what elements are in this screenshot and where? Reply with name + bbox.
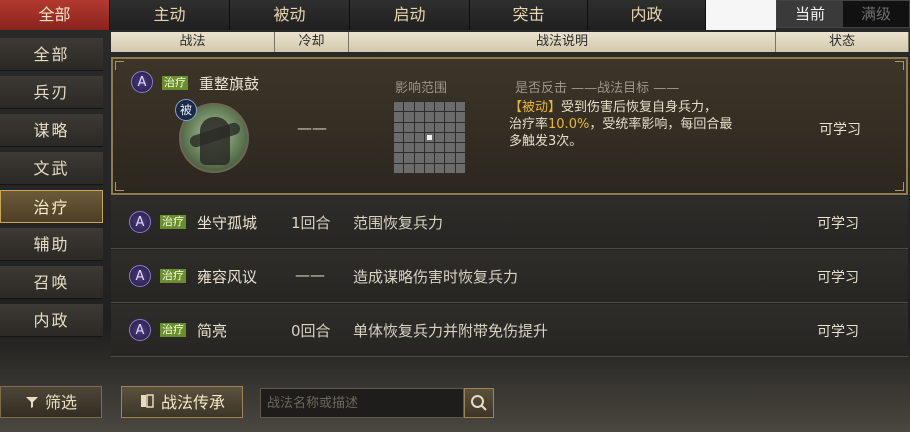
column-header-cooldown: 冷却	[275, 32, 349, 52]
skill-description: 范围恢复兵力	[353, 214, 444, 232]
level-toggle[interactable]: 当前 满级	[776, 0, 910, 28]
status-label: 可学习	[819, 122, 861, 138]
tab-assault[interactable]: 突击	[470, 0, 588, 30]
skill-inherit-label: 战法传承	[160, 393, 225, 412]
frame-corner	[115, 61, 124, 70]
effect-type: 【被动】	[509, 100, 562, 115]
tab-passive[interactable]: 被动	[230, 0, 350, 30]
search-icon	[470, 394, 488, 416]
book-icon	[139, 388, 155, 420]
range-grid	[393, 101, 466, 174]
skill-effect-text: 【被动】受到伤害后恢复自身兵力， 治疗率10.0%，受统率影响，每回合最 多触发…	[509, 99, 769, 150]
grade-badge: A	[129, 265, 151, 287]
sidebar-item-summon[interactable]: 召唤	[0, 266, 103, 299]
cooldown-value: ——	[295, 266, 325, 284]
grade-badge: A	[131, 71, 153, 93]
category-tag: 治疗	[160, 269, 186, 283]
filter-button[interactable]: 筛选	[0, 386, 102, 418]
effect-line-2a: 治疗率	[509, 117, 549, 132]
skill-row[interactable]: A 治疗 坐守孤城 1回合 范围恢复兵力 可学习	[111, 196, 908, 249]
sidebar-item-heal[interactable]: 治疗	[0, 190, 103, 223]
status-label: 可学习	[817, 270, 859, 286]
grade-badge: A	[129, 211, 151, 233]
category-tag: 治疗	[162, 76, 188, 90]
range-center-cell	[424, 132, 435, 143]
search-box	[260, 388, 467, 418]
search-input[interactable]	[261, 389, 467, 417]
status-label: 可学习	[817, 216, 859, 232]
cooldown-value: 1回合	[291, 214, 331, 232]
toggle-current[interactable]: 当前	[777, 1, 843, 27]
top-tab-bar: 全部 主动 被动 启动 突击 内政 当前 满级	[0, 0, 910, 31]
skill-description: 造成谋略伤害时恢复兵力	[353, 268, 519, 286]
effect-rate: 10.0%	[548, 117, 590, 132]
effect-line-1: 受到伤害后恢复自身兵力，	[561, 100, 718, 115]
sidebar-item-strategy[interactable]: 谋略	[0, 114, 103, 147]
skill-description: 单体恢复兵力并附带免伤提升	[353, 322, 549, 340]
search-button[interactable]	[464, 388, 494, 418]
effect-line-3: 多触发3次。	[509, 134, 583, 149]
tab-all[interactable]: 全部	[0, 0, 110, 30]
tab-active[interactable]: 主动	[110, 0, 230, 30]
filter-label: 筛选	[44, 393, 77, 412]
cooldown-value: 0回合	[291, 322, 331, 340]
column-header-description: 战法说明	[349, 32, 776, 52]
skill-name: 坐守孤城	[197, 214, 258, 232]
status-label: 可学习	[817, 324, 859, 340]
sidebar-item-support[interactable]: 辅助	[0, 228, 103, 261]
skill-inherit-button[interactable]: 战法传承	[121, 386, 243, 418]
tab-trigger[interactable]: 启动	[350, 0, 470, 30]
sidebar-item-civil-military[interactable]: 文武	[0, 152, 103, 185]
skill-row-expanded[interactable]: A 治疗 重整旗鼓 被 —— 影响范围 是否反击 ——战法目标 —— 【被动】受…	[111, 57, 908, 195]
column-header-skill: 战法	[111, 32, 275, 52]
sidebar-item-all[interactable]: 全部	[0, 38, 103, 71]
skill-name: 简亮	[197, 322, 228, 340]
effect-line-2b: ，受统率影响，每回合最	[589, 117, 733, 132]
skill-name: 雍容风议	[197, 268, 258, 286]
skill-name: 重整旗鼓	[199, 75, 260, 93]
category-tag: 治疗	[160, 215, 186, 229]
toggle-max-level[interactable]: 满级	[843, 1, 909, 27]
cooldown-value: ——	[297, 119, 327, 137]
frame-corner	[895, 61, 904, 70]
tab-bar-blank	[706, 0, 776, 30]
range-label: 影响范围	[395, 81, 448, 96]
filter-icon	[25, 388, 39, 420]
frame-corner	[895, 182, 904, 191]
grade-badge: A	[129, 319, 151, 341]
skill-row[interactable]: A 治疗 简亮 0回合 单体恢复兵力并附带免伤提升 可学习	[111, 304, 908, 357]
column-header-status: 状态	[776, 32, 909, 52]
passive-badge: 被	[175, 99, 197, 121]
counter-target-line: 是否反击 ——战法目标 ——	[515, 81, 680, 96]
skill-row[interactable]: A 治疗 雍容风议 —— 造成谋略伤害时恢复兵力 可学习	[111, 250, 908, 303]
category-tag: 治疗	[160, 323, 186, 337]
sidebar-item-weapon[interactable]: 兵刃	[0, 76, 103, 109]
tab-domestic[interactable]: 内政	[588, 0, 706, 30]
sidebar-item-domestic[interactable]: 内政	[0, 304, 103, 337]
frame-corner	[115, 182, 124, 191]
